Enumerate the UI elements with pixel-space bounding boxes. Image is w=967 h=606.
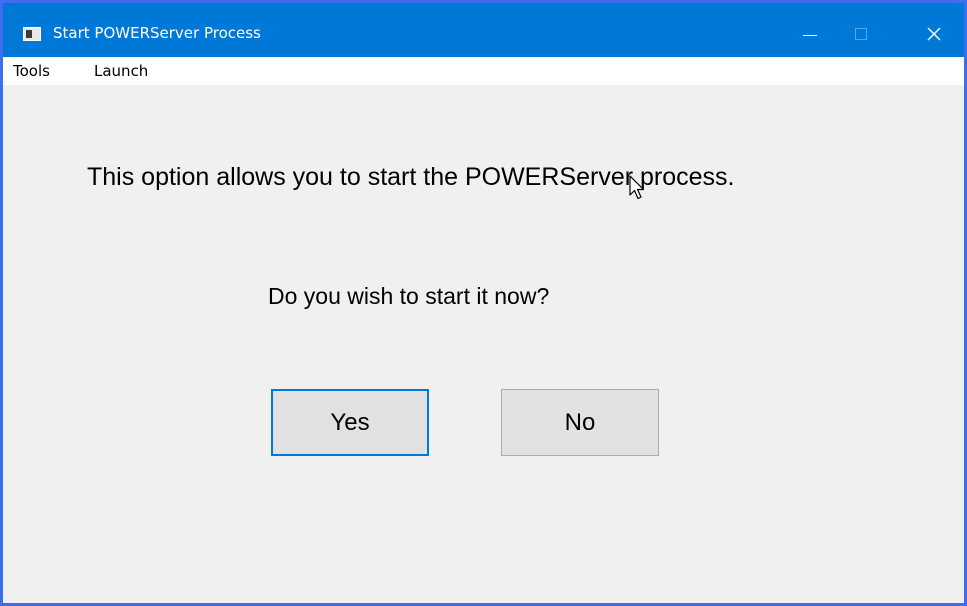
- close-button[interactable]: [912, 11, 956, 57]
- minimize-icon: [803, 34, 817, 36]
- app-icon-glyph: [26, 30, 32, 38]
- close-icon: [927, 27, 941, 41]
- minimize-button[interactable]: [788, 11, 832, 57]
- dialog-question: Do you wish to start it now?: [268, 283, 550, 309]
- menu-item-launch[interactable]: Launch: [94, 61, 148, 81]
- yes-button[interactable]: Yes: [271, 389, 429, 456]
- app-icon[interactable]: [23, 27, 41, 41]
- title-bar[interactable]: Start POWERServer Process: [3, 3, 964, 57]
- maximize-icon: [855, 28, 867, 40]
- mouse-pointer-icon: [629, 175, 645, 200]
- dialog-window: Start POWERServer Process Tools Launch T…: [0, 0, 967, 606]
- window-title: Start POWERServer Process: [53, 24, 261, 42]
- menu-bar: Tools Launch: [3, 57, 964, 85]
- maximize-button[interactable]: [839, 11, 883, 57]
- no-button[interactable]: No: [501, 389, 659, 456]
- menu-item-tools[interactable]: Tools: [13, 61, 50, 81]
